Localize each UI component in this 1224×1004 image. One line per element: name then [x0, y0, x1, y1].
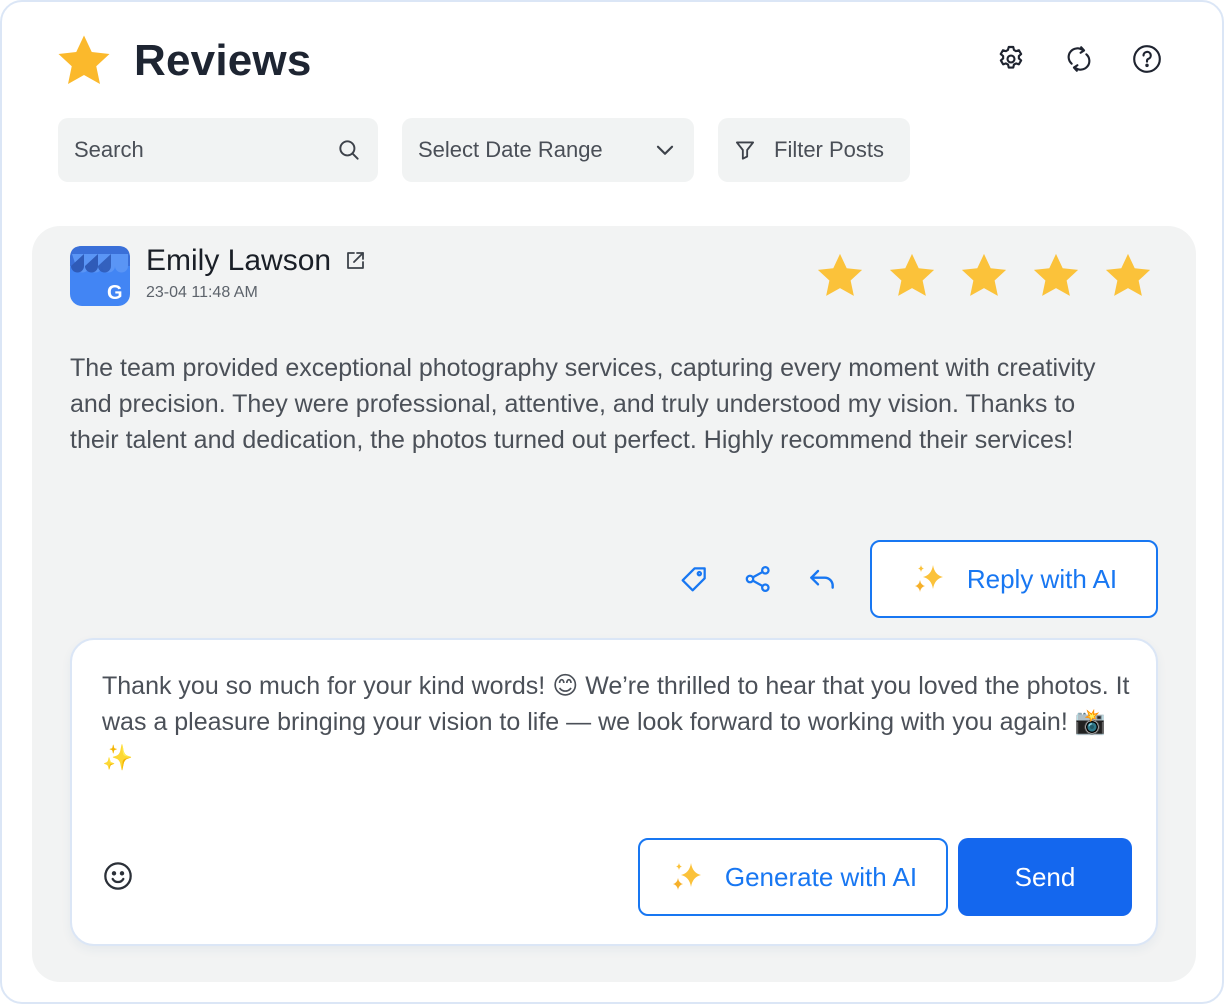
reply-with-ai-button[interactable]: Reply with AI — [870, 540, 1158, 618]
reply-icon — [810, 569, 834, 589]
send-button[interactable]: Send — [958, 838, 1132, 916]
search-icon — [339, 140, 359, 160]
settings-button[interactable] — [994, 42, 1028, 76]
search-placeholder: Search — [74, 137, 144, 162]
toolbar: Search Select Date Range Filter Posts — [58, 118, 910, 182]
review-card: G Emily Lawson 23-04 11:48 AM The team p… — [32, 226, 1196, 982]
star-rating — [814, 250, 1154, 302]
reviews-widget: Reviews Search Select Date Range Filter … — [0, 0, 1224, 1004]
reply-composer[interactable]: Thank you so much for your kind words! 😊… — [70, 638, 1158, 946]
filter-posts-button[interactable]: Filter Posts — [718, 118, 910, 182]
header: Reviews — [54, 30, 312, 92]
rating-star-icon — [817, 253, 863, 296]
chevron-down-icon — [656, 145, 674, 155]
rating-star-icon — [1033, 253, 1079, 296]
review-text: The team provided exceptional photograph… — [70, 354, 1096, 454]
svg-text:G: G — [107, 282, 123, 304]
header-actions — [994, 42, 1164, 76]
gear-icon — [999, 45, 1023, 69]
sparkles-icon — [672, 863, 701, 890]
rating-star-icon — [961, 253, 1007, 296]
reviewer-name: Emily Lawson — [146, 244, 332, 277]
search-input[interactable]: Search — [58, 118, 378, 182]
refresh-icon — [1067, 46, 1091, 72]
refresh-button[interactable] — [1062, 42, 1096, 76]
reply-with-ai-label: Reply with AI — [966, 563, 1118, 594]
filter-icon — [735, 141, 755, 160]
help-icon — [1133, 45, 1161, 73]
reply-textarea[interactable]: Thank you so much for your kind words! 😊… — [102, 668, 1132, 776]
reviewer-info: Emily Lawson 23-04 11:48 AM — [146, 244, 367, 302]
emoji-icon[interactable] — [102, 860, 134, 892]
help-button[interactable] — [1130, 42, 1164, 76]
generate-with-ai-button[interactable]: Generate with AI — [638, 838, 948, 916]
rating-star-icon — [1105, 253, 1151, 296]
share-button[interactable] — [740, 561, 776, 597]
rating-star-icon — [889, 253, 935, 296]
reply-button[interactable] — [804, 561, 840, 597]
date-range-label: Select Date Range — [418, 137, 603, 162]
review-date: 23-04 11:48 AM — [146, 284, 258, 301]
tag-button[interactable] — [676, 561, 712, 597]
review-actions: Reply with AI — [676, 540, 1158, 618]
tag-icon — [681, 567, 706, 592]
share-icon — [745, 565, 770, 593]
filter-label: Filter Posts — [774, 137, 885, 162]
date-range-select[interactable]: Select Date Range — [402, 118, 694, 182]
page-title: Reviews — [134, 36, 312, 85]
generate-with-ai-label: Generate with AI — [724, 861, 918, 892]
external-link-icon[interactable] — [343, 249, 367, 273]
google-business-icon: G — [70, 246, 130, 306]
star-icon — [58, 35, 110, 84]
sparkles-icon — [914, 565, 943, 592]
